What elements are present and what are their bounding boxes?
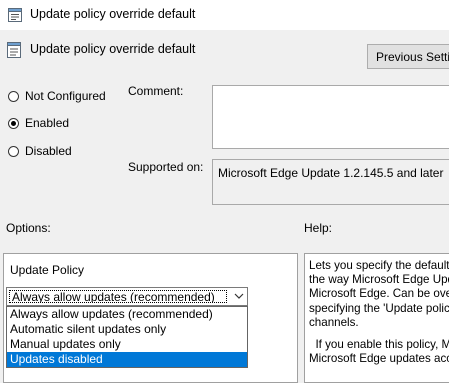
radio-disabled[interactable]: Disabled bbox=[8, 143, 72, 159]
supported-on-value: Microsoft Edge Update 1.2.145.5 and late… bbox=[212, 159, 449, 205]
chevron-down-icon[interactable] bbox=[234, 292, 244, 300]
help-panel: Lets you specify the default the way Mic… bbox=[304, 253, 449, 383]
options-label: Options: bbox=[6, 221, 51, 235]
help-text-line: If you enable this policy, M bbox=[309, 338, 449, 352]
help-text-line: Microsoft Edge updates acco bbox=[309, 352, 449, 366]
update-policy-combobox[interactable]: Always allow updates (recommended) bbox=[6, 287, 248, 306]
combobox-value: Always allow updates (recommended) bbox=[9, 290, 227, 303]
policy-name: Update policy override default bbox=[30, 42, 196, 56]
radio-circle-checked[interactable] bbox=[8, 117, 19, 129]
dropdown-option-updates-disabled[interactable]: Updates disabled bbox=[7, 352, 247, 367]
comment-label: Comment: bbox=[128, 84, 184, 98]
radio-enabled[interactable]: Enabled bbox=[8, 115, 69, 131]
previous-setting-button[interactable]: Previous Setting bbox=[367, 44, 449, 69]
help-text-line: Lets you specify the default bbox=[309, 259, 449, 272]
radio-label: Disabled bbox=[25, 144, 72, 158]
window-title: Update policy override default bbox=[30, 7, 196, 21]
help-text-line: the way Microsoft Edge Upd bbox=[309, 273, 449, 287]
radio-label: Enabled bbox=[25, 116, 70, 130]
radio-label: Not Configured bbox=[25, 89, 106, 103]
dropdown-option-automatic-silent[interactable]: Automatic silent updates only bbox=[7, 322, 247, 337]
help-text-line: specifying the 'Update polic bbox=[309, 301, 449, 315]
radio-not-configured[interactable]: Not Configured bbox=[8, 88, 106, 104]
comment-textarea[interactable] bbox=[212, 85, 449, 149]
policy-setting-icon bbox=[7, 42, 21, 58]
help-text-line: Microsoft Edge. Can be over bbox=[309, 287, 449, 301]
policy-settings-icon bbox=[8, 8, 22, 22]
dropdown-option-manual-only[interactable]: Manual updates only bbox=[7, 337, 247, 352]
update-policy-dropdown-list: Always allow updates (recommended) Autom… bbox=[6, 306, 248, 368]
help-text-line bbox=[309, 330, 449, 338]
dropdown-option-always-allow[interactable]: Always allow updates (recommended) bbox=[7, 307, 247, 322]
radio-circle[interactable] bbox=[8, 145, 19, 157]
update-policy-label: Update Policy bbox=[10, 263, 85, 277]
help-text-line: channels. bbox=[309, 315, 359, 329]
radio-circle[interactable] bbox=[8, 90, 19, 102]
supported-on-label: Supported on: bbox=[128, 160, 204, 174]
help-label: Help: bbox=[304, 221, 333, 235]
